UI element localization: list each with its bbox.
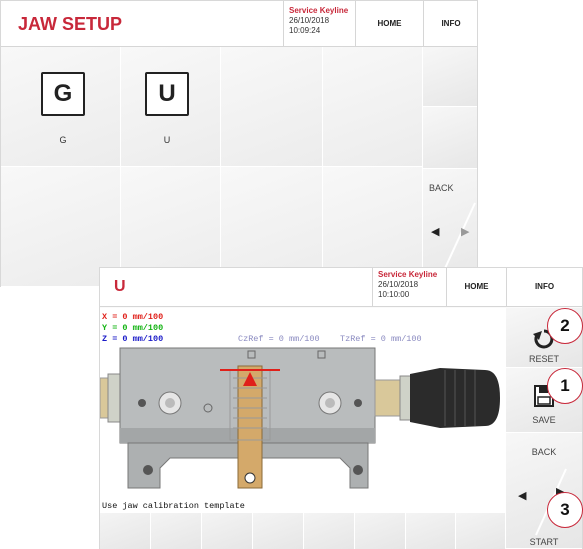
page-title: JAW SETUP: [18, 14, 123, 34]
home-button[interactable]: HOME: [446, 268, 506, 306]
callout-3: 3: [547, 492, 583, 528]
back-label: BACK: [531, 447, 557, 457]
jaw-g-label: G: [59, 135, 67, 145]
jaw-preview: X = 0 mm/100 Y = 0 mm/100 Z = 0 mm/100 C…: [100, 308, 506, 513]
toolbar-slot[interactable]: [253, 513, 304, 549]
back-nav-button[interactable]: BACK ◀ ▶ START: [506, 433, 582, 549]
toolbar-slot[interactable]: [355, 513, 406, 549]
prev-arrow-icon[interactable]: ◀: [431, 225, 439, 238]
jaw-cell-u[interactable]: U U: [121, 47, 221, 167]
callout-2: 2: [547, 308, 583, 344]
callout-1: 1: [547, 368, 583, 404]
toolbar-slot[interactable]: [100, 513, 151, 549]
instruction-message: Use jaw calibration template: [102, 501, 245, 511]
z-coordinate: Z = 0 mm/100: [102, 334, 164, 344]
x-coordinate: X = 0 mm/100: [102, 312, 164, 322]
service-name: Service Keyline: [289, 6, 349, 15]
start-label: START: [529, 537, 559, 547]
reset-label: RESET: [528, 354, 559, 364]
tzref-coordinate: TzRef = 0 mm/100: [340, 334, 422, 344]
toolbar-slot[interactable]: [151, 513, 202, 549]
home-button[interactable]: HOME: [355, 1, 423, 46]
side-button-1[interactable]: [423, 47, 477, 107]
jaw-grid: G G U U BACK ◀ ▶: [1, 47, 477, 287]
info-button[interactable]: INFO: [423, 1, 478, 46]
czref-coordinate: CzRef = 0 mm/100: [238, 334, 320, 344]
toolbar-slot[interactable]: [456, 513, 506, 549]
save-label: SAVE: [532, 415, 556, 425]
jaw-u-label: U: [163, 135, 171, 145]
bottom-toolbar: [100, 513, 506, 549]
header-bar: JAW SETUP Service Keyline 26/10/2018 10:…: [1, 1, 477, 47]
service-time: 10:09:24: [289, 26, 321, 35]
jaw-g-button[interactable]: G: [41, 72, 85, 116]
y-coordinate: Y = 0 mm/100: [102, 323, 164, 333]
service-name: Service Keyline: [378, 270, 438, 279]
jaw-u-calibration-screen: U Service Keyline 26/10/2018 10:10:00 HO…: [99, 267, 583, 549]
side-button-2[interactable]: [423, 107, 477, 169]
service-time: 10:10:00: [378, 290, 410, 299]
header-bar: U Service Keyline 26/10/2018 10:10:00 HO…: [100, 268, 582, 307]
page-title: U: [114, 278, 126, 295]
toolbar-slot[interactable]: [304, 513, 355, 549]
jaw-u-button[interactable]: U: [145, 72, 189, 116]
info-button[interactable]: INFO: [506, 268, 582, 306]
back-label: BACK: [429, 183, 454, 193]
empty-cell: [323, 47, 423, 167]
next-arrow-icon[interactable]: ▶: [461, 225, 469, 238]
jaw-cell-g[interactable]: G G: [1, 47, 121, 167]
toolbar-slot[interactable]: [202, 513, 253, 549]
service-date: 26/10/2018: [378, 280, 419, 289]
service-info: Service Keyline 26/10/2018 10:09:24: [283, 1, 355, 46]
service-info: Service Keyline 26/10/2018 10:10:00: [372, 268, 446, 306]
toolbar-slot[interactable]: [406, 513, 456, 549]
prev-arrow-icon[interactable]: ◀: [518, 489, 526, 502]
jaw-setup-screen: JAW SETUP Service Keyline 26/10/2018 10:…: [0, 0, 478, 287]
service-date: 26/10/2018: [289, 16, 330, 25]
empty-cell: [221, 47, 323, 167]
